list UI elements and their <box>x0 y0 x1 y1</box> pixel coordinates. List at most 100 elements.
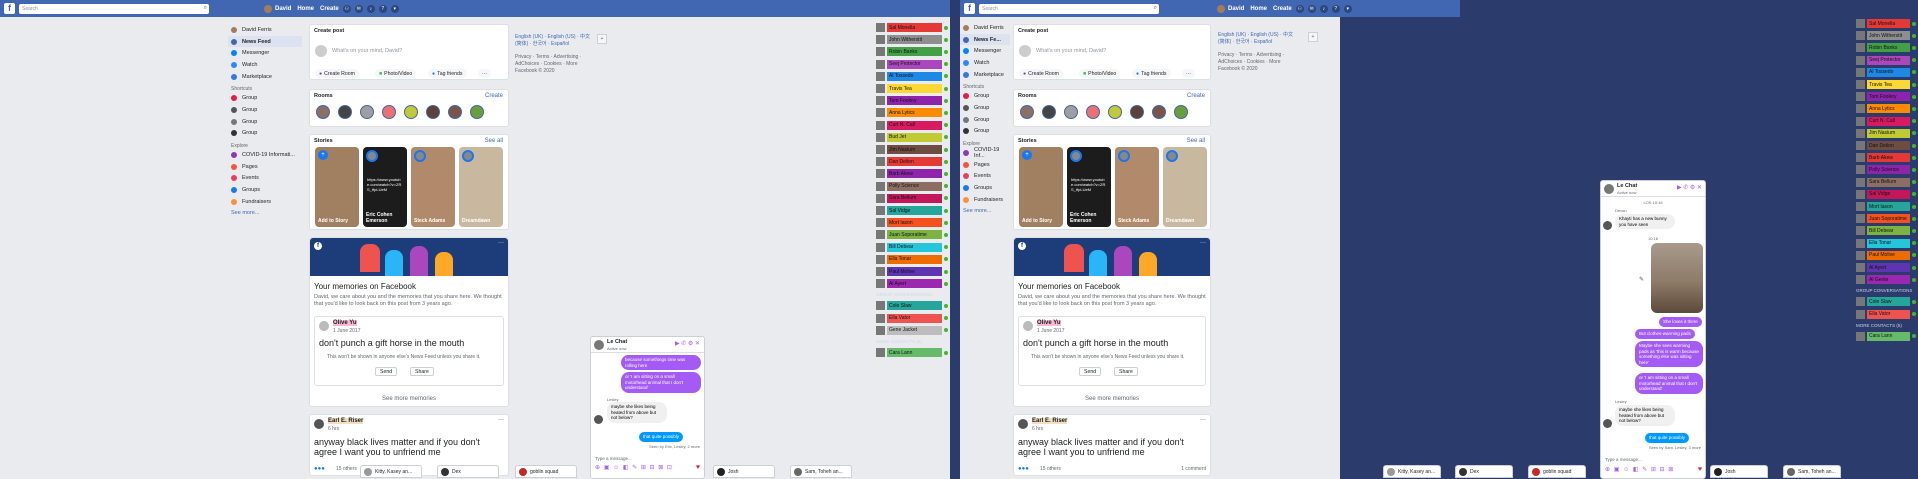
chat-tab[interactable]: Sam, Toheh an... <box>790 465 852 478</box>
chat-tab[interactable]: Josh <box>1710 465 1768 478</box>
photo-video-button[interactable]: ■ Photo/Video <box>375 69 417 78</box>
contact-item[interactable]: Sal Monella <box>876 22 948 33</box>
more-options-icon[interactable]: ··· <box>498 240 504 246</box>
contact-item[interactable]: Tom Foolery <box>876 95 948 106</box>
story-card[interactable]: https://www.youtube.com/watch?v=ZRS_tfpL… <box>1067 147 1111 227</box>
room-avatar[interactable] <box>404 105 418 119</box>
story-card[interactable]: Dreamdawn <box>459 147 503 227</box>
contact-item[interactable]: Mort Iason <box>876 217 948 228</box>
contact-item[interactable]: John Witherstit <box>1856 30 1916 41</box>
chat-tab[interactable]: Kitty, Kasey an... <box>360 465 422 478</box>
help-icon[interactable]: ? <box>378 4 387 13</box>
avatar[interactable] <box>1217 4 1225 13</box>
share-button[interactable]: Share <box>410 367 434 376</box>
contact-item[interactable]: Polly Science <box>1856 164 1916 175</box>
contact-item[interactable]: Polly Science <box>876 181 948 192</box>
story-card[interactable]: + Add to Story <box>1019 147 1063 227</box>
story-card[interactable]: Steck Adams <box>411 147 455 227</box>
add-language-button[interactable]: + <box>1308 32 1318 42</box>
heart-icon[interactable]: ♥ <box>696 464 700 471</box>
reaction-count[interactable]: 15 others <box>336 466 357 472</box>
sidebar-item-groups[interactable]: Groups <box>960 182 1010 194</box>
create-link[interactable]: Create <box>320 6 339 12</box>
contact-item[interactable]: John Witherstit <box>876 34 948 45</box>
contact-item[interactable]: Ella Vator <box>1856 309 1916 320</box>
chat-tab[interactable]: goblin squad <box>1528 465 1586 478</box>
see-more-link[interactable]: See more... <box>228 208 302 220</box>
post-author[interactable]: Earl E. Riser <box>328 418 364 424</box>
home-link[interactable]: Home <box>297 6 314 12</box>
contact-item[interactable]: Sara Bellum <box>876 193 948 204</box>
help-icon[interactable]: ? <box>1331 4 1340 13</box>
photo-video-button[interactable]: ■ Photo/Video <box>1079 69 1121 78</box>
sidebar-item-group[interactable]: Group <box>960 90 1010 102</box>
friends-icon[interactable]: ⚇ <box>1295 4 1304 13</box>
chevron-down-icon[interactable]: ▾ <box>390 4 399 13</box>
post-composer-input[interactable]: What's on your mind, David? <box>332 48 402 54</box>
create-link[interactable]: Create <box>1273 6 1292 12</box>
sidebar-item-marketplace[interactable]: Marketplace <box>228 71 302 83</box>
sidebar-item-messenger[interactable]: Messenger <box>228 47 302 59</box>
notifications-icon[interactable]: ♪ <box>1319 4 1328 13</box>
chat-tab[interactable]: Dex <box>1455 465 1513 478</box>
more-options-button[interactable]: ··· <box>478 69 492 78</box>
contact-item[interactable]: Barb Akew <box>1856 152 1916 163</box>
contact-item[interactable]: Sal Vidge <box>1856 189 1916 200</box>
contact-item[interactable]: Gene Jacket <box>876 325 948 336</box>
contact-item[interactable]: Al Tossedo <box>1856 67 1916 78</box>
contact-item[interactable]: Paul Molive <box>876 266 948 277</box>
contact-item[interactable]: Sal Monella <box>1856 18 1916 29</box>
avatar[interactable] <box>264 4 272 13</box>
contact-item[interactable]: Bill Debear <box>876 242 948 253</box>
contact-item[interactable]: Cole Slaw <box>1856 296 1916 307</box>
notifications-icon[interactable]: ♪ <box>366 4 375 13</box>
post-author[interactable]: Earl E. Riser <box>1032 418 1068 424</box>
sidebar-item-group[interactable]: Group <box>228 92 302 104</box>
room-avatar[interactable] <box>382 105 396 119</box>
message-input[interactable]: Type a message... <box>1605 457 1642 462</box>
sidebar-item-profile[interactable]: David Ferris <box>228 24 302 36</box>
contact-item[interactable]: Sal Vidge <box>876 205 948 216</box>
contact-item[interactable]: Cara Lann <box>876 347 948 358</box>
contact-item[interactable]: Cara Lann <box>1856 331 1916 342</box>
story-card[interactable]: https://www.youtube.com/watch?v=ZRS_tfpL… <box>363 147 407 227</box>
room-avatar[interactable] <box>426 105 440 119</box>
chat-tab[interactable]: goblin squad <box>515 465 577 478</box>
see-all-link[interactable]: See all <box>485 138 503 144</box>
room-avatar[interactable] <box>448 105 462 119</box>
contact-item[interactable]: Curt N. Call <box>876 120 948 131</box>
story-card[interactable]: + Add to Story <box>315 147 359 227</box>
contact-item[interactable]: Seej Protector <box>876 59 948 70</box>
contact-item[interactable]: Mort Iason <box>1856 201 1916 212</box>
room-avatar[interactable] <box>1086 105 1100 119</box>
messenger-icon[interactable]: ✉ <box>1307 4 1316 13</box>
post-author[interactable]: Olive Yu <box>1037 320 1061 326</box>
message-input[interactable]: Type a message... <box>595 456 632 461</box>
sidebar-item-groups[interactable]: Groups <box>228 184 302 196</box>
sidebar-item-events[interactable]: Events <box>960 171 1010 183</box>
chat-action-icons[interactable]: ▶ ✆ ⚙ ✕ <box>675 340 700 347</box>
home-link[interactable]: Home <box>1250 6 1267 12</box>
sidebar-item-messenger[interactable]: Messenger <box>960 45 1010 57</box>
contact-item[interactable]: Dan Delion <box>1856 140 1916 151</box>
room-avatar[interactable] <box>316 105 330 119</box>
pin-icon[interactable]: ✎ <box>1639 276 1644 283</box>
tag-friends-button[interactable]: ● Tag friends <box>1132 69 1171 78</box>
chat-tab[interactable]: Dex <box>437 465 499 478</box>
room-avatar[interactable] <box>360 105 374 119</box>
contact-item[interactable]: Al Gente <box>1856 274 1916 285</box>
search-icon[interactable]: ⌕ <box>1154 5 1157 12</box>
chat-tools-icons[interactable]: ⊕ ▣ ☺ ◧ ✎ ⊞ ⊟ ⊠ <box>1605 466 1674 473</box>
contact-item[interactable]: Travis Tea <box>1856 79 1916 90</box>
sidebar-item-group[interactable]: Group <box>228 116 302 128</box>
chat-action-icons[interactable]: ▶ ✆ ⚙ ✕ <box>1677 184 1702 191</box>
heart-icon[interactable]: ♥ <box>1698 466 1702 473</box>
chat-tools-icons[interactable]: ⊕ ▣ ☺ ◧ ✎ ⊞ ⊟ ⊠ ⊡ <box>595 464 673 471</box>
contact-item[interactable]: Juan Soporatime <box>1856 213 1916 224</box>
friends-icon[interactable]: ⚇ <box>342 4 351 13</box>
sidebar-item-watch[interactable]: Watch <box>228 59 302 71</box>
sidebar-item-group[interactable]: Group <box>960 102 1010 114</box>
contact-item[interactable]: Travis Tea <box>876 83 948 94</box>
contact-item[interactable]: Al Ayert <box>876 278 948 289</box>
facebook-logo-icon[interactable]: f <box>964 3 975 14</box>
